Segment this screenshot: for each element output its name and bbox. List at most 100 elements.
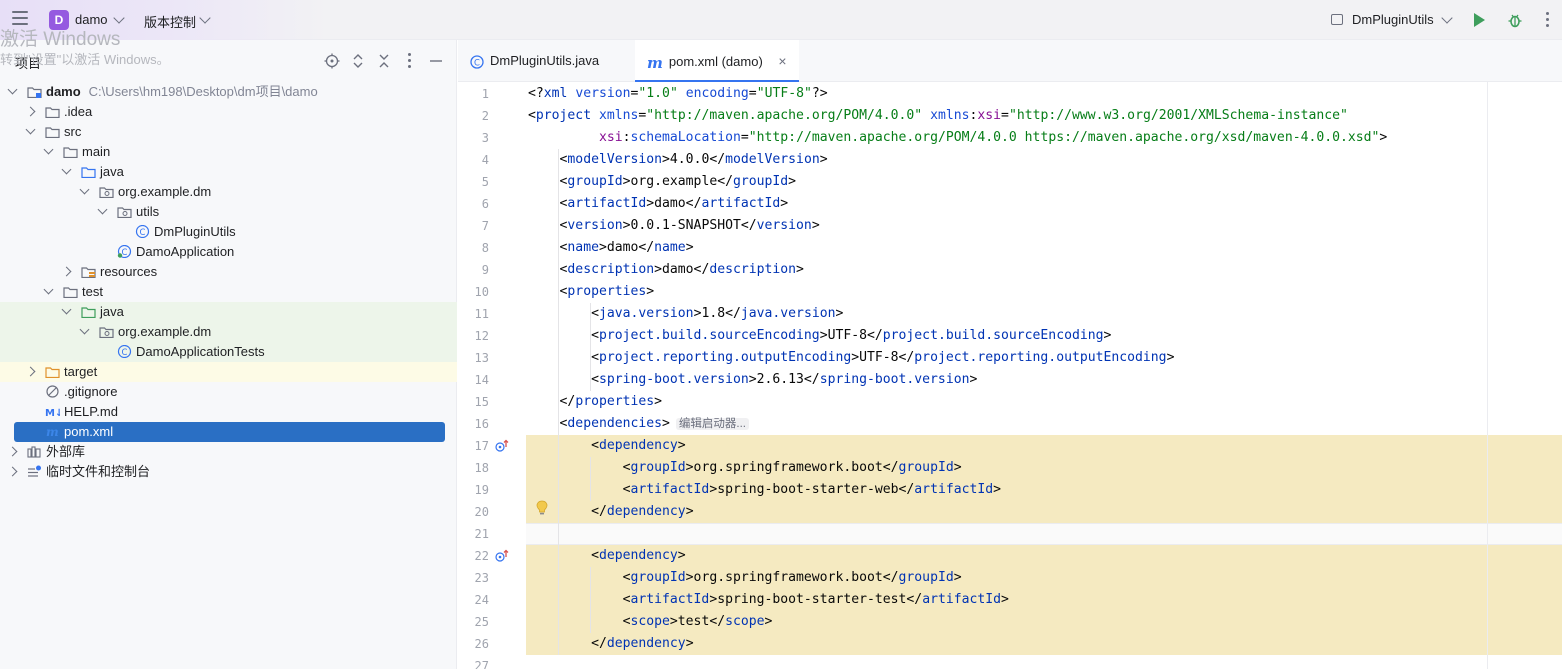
tree-item[interactable]: m pom.xml (0, 422, 457, 442)
code-line: <artifactId>spring-boot-starter-web</art… (526, 479, 1562, 501)
tree-item[interactable]: resources (0, 262, 457, 282)
tree-item[interactable]: C DamoApplicationTests (0, 342, 457, 362)
chevron-right-icon[interactable] (7, 446, 18, 457)
run-config-selector[interactable]: DmPluginUtils (1331, 12, 1434, 27)
chevron-right-icon[interactable] (25, 106, 36, 117)
editor-area: C DmPluginUtils.java m pom.xml (damo) × 1… (458, 40, 1562, 669)
tree-item[interactable]: test (0, 282, 457, 302)
code-view[interactable]: <?xml version="1.0" encoding="UTF-8"?> <p… (526, 82, 1562, 669)
edit-starters-hint[interactable]: 编辑启动器... (675, 418, 750, 430)
tree-item[interactable]: .gitignore (0, 382, 457, 402)
code-line: <project xmlns="http://maven.apache.org/… (528, 108, 1348, 123)
line-number: 26 (474, 637, 489, 651)
maven-dependency-icon[interactable] (495, 549, 509, 563)
tab-label: pom.xml (damo) (668, 54, 763, 69)
chevron-down-icon[interactable] (97, 204, 108, 215)
line-number: 8 (481, 241, 489, 255)
line-number: 20 (474, 505, 489, 519)
line-number: 21 (474, 527, 489, 541)
tree-item-label: 临时文件和控制台 (46, 464, 151, 479)
tree-item[interactable]: 临时文件和控制台 (0, 462, 457, 482)
chevron-down-icon[interactable] (43, 144, 54, 155)
collapse-all-icon[interactable] (376, 53, 392, 69)
line-number: 23 (474, 571, 489, 585)
tree-item-label: src (64, 124, 82, 139)
crosshair-icon[interactable] (324, 53, 340, 69)
chevron-down-icon[interactable] (79, 184, 90, 195)
code-line: <scope>test</scope> (526, 611, 1562, 633)
tree-item-label: DmPluginUtils (154, 224, 236, 239)
tree-item[interactable]: M↓ HELP.md (0, 402, 457, 422)
tree-item[interactable]: 外部库 (0, 442, 457, 462)
close-icon[interactable]: × (778, 53, 786, 69)
debug-icon[interactable] (1508, 12, 1522, 28)
line-number: 9 (481, 263, 489, 277)
svg-text:C: C (474, 58, 480, 68)
run-config-icon (1331, 14, 1343, 25)
code-line: <groupId>org.springframework.boot</group… (526, 457, 1562, 479)
chevron-right-icon[interactable] (7, 466, 18, 477)
tree-item-label: damo C:\Users\hm198\Desktop\dm项目\damo (46, 84, 318, 99)
tree-item-label: pom.xml (64, 424, 114, 439)
chevron-down-icon[interactable] (61, 164, 72, 175)
expand-all-icon[interactable] (350, 53, 366, 69)
more-icon[interactable] (1546, 12, 1550, 28)
project-panel-title: 项目 (15, 56, 42, 71)
tree-item[interactable]: org.example.dm (0, 182, 457, 202)
tree-item-label: DamoApplication (136, 244, 235, 259)
chevron-right-icon[interactable] (25, 366, 36, 377)
lightbulb-icon[interactable] (536, 500, 548, 516)
maven-icon: m (647, 53, 663, 72)
code-line (526, 523, 1562, 545)
folder-icon (45, 127, 60, 138)
spring-class-icon: C (117, 245, 132, 258)
code-line: <artifactId>spring-boot-starter-test</ar… (526, 589, 1562, 611)
right-margin-guide (1487, 82, 1488, 669)
maven-dependency-icon[interactable] (495, 439, 509, 453)
tree-item[interactable]: java (0, 162, 457, 182)
tab-pom-xml[interactable]: m pom.xml (damo) × (635, 40, 799, 82)
code-line: <properties> (528, 284, 655, 299)
chevron-down-icon[interactable] (1441, 12, 1453, 24)
tree-item[interactable]: src (0, 122, 457, 142)
tree-item[interactable]: .idea (0, 102, 457, 122)
tree-item[interactable]: java (0, 302, 457, 322)
project-name[interactable]: damo (75, 12, 108, 27)
tree-item[interactable]: target (0, 362, 457, 382)
editor-tabs: C DmPluginUtils.java m pom.xml (damo) × (458, 40, 1562, 82)
run-config-label: DmPluginUtils (1352, 12, 1434, 27)
chevron-down-icon[interactable] (25, 124, 36, 135)
tree-item[interactable]: C DmPluginUtils (0, 222, 457, 242)
project-tool-window: 项目 damo C:\Users\hm198\Desktop\dm项目\damo.… (0, 40, 457, 669)
chevron-down-icon[interactable] (43, 284, 54, 295)
chevron-right-icon[interactable] (61, 266, 72, 277)
tree-item-label: .gitignore (64, 384, 118, 399)
indent-guide (590, 457, 591, 501)
chevron-down-icon[interactable] (79, 324, 90, 335)
project-badge[interactable]: D (49, 10, 69, 30)
line-number: 14 (474, 373, 489, 387)
tree-item[interactable]: org.example.dm (0, 322, 457, 342)
tree-item[interactable]: utils (0, 202, 457, 222)
code-line: <dependencies> 编辑启动器... (526, 413, 1562, 435)
run-icon[interactable] (1474, 13, 1485, 27)
line-number: 16 (474, 417, 489, 431)
code-line: <name>damo</name> (528, 240, 694, 255)
tree-item[interactable]: main (0, 142, 457, 162)
package-icon (99, 187, 114, 198)
more-icon[interactable] (408, 53, 412, 69)
code-line: <version>0.0.1-SNAPSHOT</version> (528, 218, 820, 233)
tree-item[interactable]: damo C:\Users\hm198\Desktop\dm项目\damo (0, 82, 457, 102)
chevron-down-icon[interactable] (7, 84, 18, 95)
minimize-icon[interactable] (428, 53, 444, 69)
code-line: <project.build.sourceEncoding>UTF-8</pro… (528, 328, 1112, 343)
tree-item[interactable]: C DamoApplication (0, 242, 457, 262)
code-line: <dependency> (526, 545, 1562, 567)
tab-dmpluginutils[interactable]: C DmPluginUtils.java (470, 40, 634, 82)
vcs-menu[interactable]: 版本控制 (144, 12, 196, 31)
line-number: 11 (474, 307, 489, 321)
hamburger-icon[interactable] (12, 11, 28, 27)
chevron-down-icon[interactable] (61, 304, 72, 315)
tree-item-label: .idea (64, 104, 93, 119)
